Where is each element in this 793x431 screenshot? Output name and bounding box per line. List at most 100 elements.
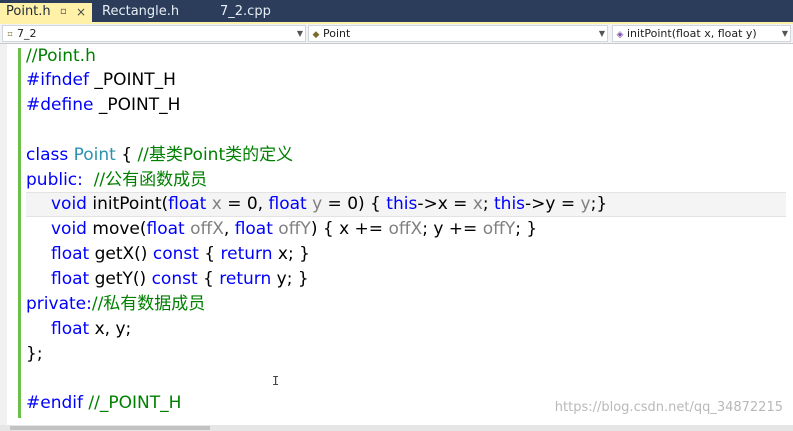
code-text: ; <box>482 194 495 214</box>
scrollbar-thumb[interactable] <box>10 426 210 430</box>
code-text: = 0, <box>221 194 269 214</box>
code-text: _POINT_H <box>88 70 176 90</box>
code-text: x, y; <box>89 319 132 339</box>
directive: #endif <box>26 393 83 413</box>
code-text: { <box>198 244 221 264</box>
code-text: }; <box>26 344 43 364</box>
horizontal-scrollbar[interactable] <box>0 425 793 431</box>
project-dropdown[interactable]: ⌗ 7_2 ▼ <box>2 25 306 42</box>
code-line-9: float getX() const { return x; } <box>26 242 786 267</box>
code-line-10: float getY() const { return y; } <box>26 267 786 292</box>
code-line-8: void move(float offX, float offY) { x +=… <box>26 217 786 242</box>
keyword: const <box>151 269 198 289</box>
code-line-2: #ifndef _POINT_H <box>26 68 786 93</box>
keyword: const <box>152 244 199 264</box>
parameter: offY <box>272 219 311 239</box>
parameter: x <box>206 194 222 214</box>
code-text: getY() <box>89 269 152 289</box>
code-line-13: }; <box>26 342 786 367</box>
keyword: public: <box>26 170 83 190</box>
comment: //基类Point类的定义 <box>137 145 294 165</box>
comment: //公有函数成员 <box>93 170 208 190</box>
watermark: https://blog.csdn.net/qq_34872215 <box>554 400 783 415</box>
parameter: offX <box>184 219 224 239</box>
navigation-bar: ⌗ 7_2 ▼ ◆ Point ▼ ◈ initPoint(float x, floa… <box>0 24 793 44</box>
code-line-12: float x, y; <box>26 317 786 342</box>
tab-label: Rectangle.h <box>102 4 180 19</box>
parameter: offX <box>388 219 423 239</box>
keyword: this <box>494 194 526 214</box>
tab-point-h[interactable]: Point.h ▫ × <box>0 3 92 22</box>
chevron-down-icon[interactable]: ▼ <box>599 26 605 41</box>
code-line-1: //Point.h <box>26 44 786 69</box>
tab-rectangle-h[interactable]: Rectangle.h <box>96 3 185 22</box>
tab-label: Point.h <box>6 4 51 19</box>
parameter: offY <box>482 219 516 239</box>
code-text: ; } <box>515 219 538 239</box>
keyword: float <box>268 194 307 214</box>
code-text: { <box>197 269 220 289</box>
keyword: void <box>51 194 87 214</box>
keyword: this <box>386 194 418 214</box>
document-tab-strip: Point.h ▫ × Rectangle.h 7_2.cpp <box>0 0 793 22</box>
code-text: ->y = <box>525 194 581 214</box>
chevron-down-icon[interactable]: ▼ <box>782 26 788 41</box>
code-line-5: class Point { //基类Point类的定义 <box>26 143 786 168</box>
parameter: y <box>580 194 591 214</box>
code-text: ) { x += <box>310 219 389 239</box>
keyword: float <box>168 194 207 214</box>
parameter: x <box>472 194 483 214</box>
editor-gutter <box>0 44 7 425</box>
method-icon: ◈ <box>616 30 624 40</box>
change-tracking-bar <box>18 48 21 418</box>
keyword: return <box>219 269 272 289</box>
keyword: private: <box>26 294 92 314</box>
keyword: return <box>220 244 273 264</box>
code-text: ->x = <box>417 194 473 214</box>
comment: //_POINT_H <box>88 393 182 413</box>
keyword: float <box>51 269 90 289</box>
keyword: float <box>234 219 273 239</box>
member-dropdown[interactable]: ◈ initPoint(float x, float y) ▼ <box>612 25 791 42</box>
keyword: void <box>51 219 87 239</box>
tab-7-2-cpp[interactable]: 7_2.cpp <box>214 3 277 22</box>
code-text: = 0) { <box>322 194 387 214</box>
type-name: Point <box>68 145 116 165</box>
class-dropdown[interactable]: ◆ Point ▼ <box>308 25 608 42</box>
code-text: initPoint( <box>86 194 169 214</box>
class-icon: ◆ <box>312 30 320 40</box>
directive: #define <box>26 95 94 115</box>
code-text: { <box>115 145 138 165</box>
tab-label: 7_2.cpp <box>220 4 271 19</box>
code-text: y; } <box>271 269 309 289</box>
code-text: ;} <box>590 194 608 214</box>
close-icon[interactable]: × <box>76 3 86 21</box>
text-cursor-icon: I <box>272 374 280 388</box>
code-line-3: #define _POINT_H <box>26 93 786 118</box>
directive: #ifndef <box>26 70 89 90</box>
chevron-down-icon[interactable]: ▼ <box>297 26 303 41</box>
code-line-6: public: //公有函数成员 <box>26 168 786 193</box>
pin-icon[interactable]: ▫ <box>60 3 67 21</box>
parameter: y <box>306 194 323 214</box>
comment: //Point.h <box>26 46 96 66</box>
code-text: x; } <box>272 244 310 264</box>
code-line-7-current: void initPoint(float x = 0, float y = 0)… <box>26 192 786 217</box>
comment: //私有数据成员 <box>91 294 206 314</box>
project-icon: ⌗ <box>7 30 13 40</box>
member-value: initPoint(float x, float y) <box>627 27 757 40</box>
code-text: getX() <box>89 244 153 264</box>
code-text: move( <box>86 219 147 239</box>
code-text: ; y += <box>422 219 483 239</box>
code-line-11: private://私有数据成员 <box>26 292 786 317</box>
class-value: Point <box>323 27 351 40</box>
code-editor[interactable]: //Point.h #ifndef _POINT_H #define _POIN… <box>0 44 793 425</box>
keyword: float <box>51 244 90 264</box>
keyword: float <box>146 219 185 239</box>
keyword: class <box>26 145 69 165</box>
keyword: float <box>51 319 90 339</box>
code-text: _POINT_H <box>93 95 181 115</box>
project-value: 7_2 <box>17 27 37 40</box>
code-text: , <box>223 219 235 239</box>
